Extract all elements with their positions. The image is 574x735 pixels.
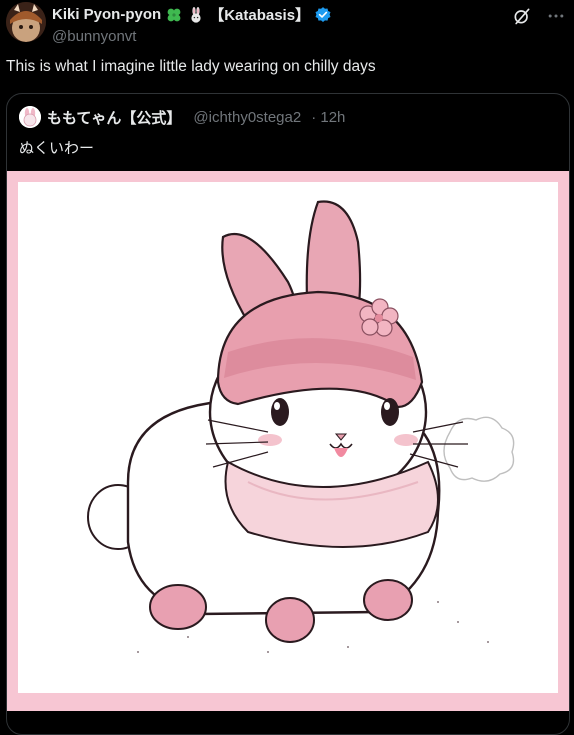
four-leaf-clover-icon xyxy=(165,6,183,24)
author-handle[interactable]: @bunnyonvt xyxy=(52,28,332,45)
quoted-post-text: ぬくいわー xyxy=(19,140,95,157)
verified-badge-icon xyxy=(314,6,332,24)
quoted-author-handle[interactable]: @ichthy0stega2 xyxy=(193,109,301,126)
grok-icon[interactable] xyxy=(512,6,532,26)
post-text: This is what I imagine little lady weari… xyxy=(6,58,376,75)
header-actions xyxy=(512,6,566,26)
quoted-post-image[interactable] xyxy=(7,171,569,711)
more-options-icon[interactable] xyxy=(546,6,566,26)
author-name-block: Kiki Pyon-pyon 【Katabasis】 @bunnyonvt xyxy=(52,4,332,45)
rabbit-icon xyxy=(187,6,205,24)
quoted-post-card[interactable]: ももてゃん【公式】 @ichthy0stega2 · 12h ぬくいわー xyxy=(6,93,570,735)
quoted-author-avatar[interactable] xyxy=(19,106,41,128)
quoted-author-name[interactable]: ももてゃん【公式】 xyxy=(47,107,181,128)
quoted-post-time[interactable]: · 12h xyxy=(311,109,345,126)
author-name-tag[interactable]: 【Katabasis】 xyxy=(209,4,310,25)
author-name[interactable]: Kiki Pyon-pyon xyxy=(52,6,161,23)
rabbit-illustration xyxy=(18,182,558,693)
author-avatar[interactable] xyxy=(6,2,46,42)
post-header: Kiki Pyon-pyon 【Katabasis】 @bunnyonvt xyxy=(6,2,568,46)
author-name-line[interactable]: Kiki Pyon-pyon 【Katabasis】 xyxy=(52,4,332,25)
quoted-post-header: ももてゃん【公式】 @ichthy0stega2 · 12h xyxy=(19,106,345,128)
